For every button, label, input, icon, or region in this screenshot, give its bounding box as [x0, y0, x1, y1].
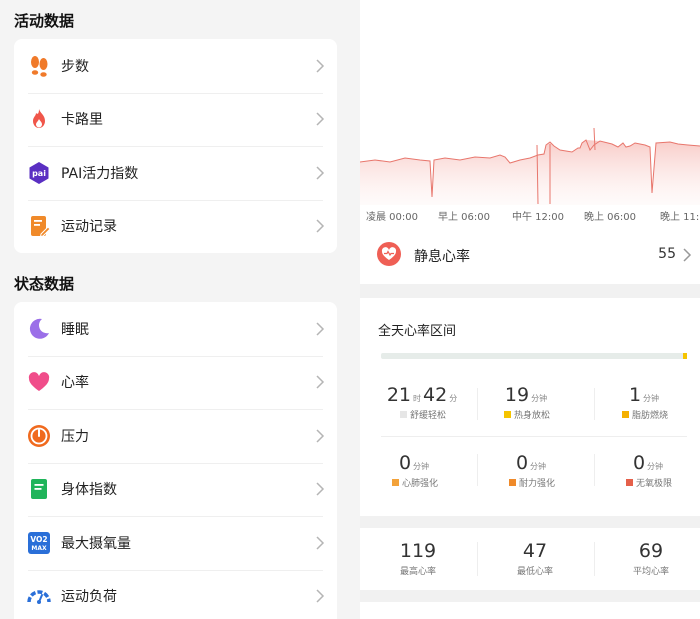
- workout-record-label: 运动记录: [61, 219, 117, 236]
- heart-pulse-icon: [377, 242, 401, 266]
- calories-label: 卡路里: [61, 112, 103, 129]
- body-index-label: 身体指数: [61, 482, 117, 499]
- chevron-right-icon: [316, 112, 325, 126]
- svg-text:VO2: VO2: [30, 535, 47, 544]
- list-item-sleep[interactable]: 睡眠: [14, 302, 337, 356]
- list-item-steps[interactable]: 步数: [14, 39, 337, 93]
- chevron-right-icon: [316, 166, 325, 180]
- chevron-right-icon: [316, 322, 325, 336]
- vo2max-label: 最大摄氧量: [61, 535, 131, 552]
- zones-progress-bar: [381, 353, 687, 359]
- list-item-stress[interactable]: 压力: [14, 409, 337, 463]
- flame-icon: [26, 106, 52, 132]
- list-item-pai[interactable]: pai PAI活力指数: [14, 146, 337, 200]
- chevron-right-icon: [316, 59, 325, 73]
- chart-axis-label: 晚上 11:5: [660, 212, 700, 223]
- divider: [594, 542, 595, 576]
- stat-max: 119 最高心率: [399, 540, 437, 577]
- pai-icon-text: pai: [32, 169, 46, 178]
- zone-cell: 19 分钟 热身放松: [503, 384, 550, 421]
- body-index-icon: [26, 476, 52, 502]
- divider: [594, 454, 595, 486]
- chevron-right-icon: [316, 482, 325, 496]
- workout-record-icon: [26, 213, 52, 239]
- divider: [477, 388, 478, 420]
- activity-card: 步数 卡路里 pai PAI活力指数 运动记录: [14, 39, 337, 253]
- chart-axis-label: 中午 12:00: [512, 212, 564, 223]
- chevron-right-icon: [316, 219, 325, 233]
- heart-rate-label: 心率: [61, 375, 89, 392]
- zone-cell: 0 分钟 耐力强化: [477, 452, 587, 489]
- stat-min: 47 最低心率: [516, 540, 553, 577]
- svg-text:MAX: MAX: [31, 545, 47, 552]
- resting-hr-label: 静息心率: [414, 249, 470, 265]
- zones-title: 全天心率区间: [378, 324, 457, 339]
- status-section-title: 状态数据: [14, 275, 75, 293]
- training-load-label: 运动负荷: [61, 589, 117, 606]
- list-item-calories[interactable]: 卡路里: [14, 92, 337, 147]
- stress-gauge-icon: [26, 423, 52, 449]
- legend-swatch: [625, 479, 633, 486]
- moon-icon: [26, 316, 52, 342]
- chart-axis-label: 凌晨 00:00: [366, 212, 418, 223]
- heart-rate-zones-card: 全天心率区间 21 时 42 分 舒缓轻松 19 分钟 热身放松 1 分钟 脂肪燃烧 0分…: [360, 298, 700, 516]
- chevron-right-icon: [316, 429, 325, 443]
- stress-label: 压力: [61, 428, 89, 445]
- next-card: [360, 602, 700, 619]
- sleep-label: 睡眠: [61, 321, 89, 338]
- vo2max-icon: VO2 MAX: [26, 530, 52, 556]
- list-item-training-load[interactable]: 运动负荷: [14, 569, 337, 619]
- training-load-icon: [26, 583, 52, 609]
- right-panel: 凌晨 00:00 早上 06:00 中午 12:00 晚上 06:00 晚上 1…: [360, 0, 700, 619]
- zone-cell: 21 时 42 分 舒缓轻松: [386, 384, 458, 421]
- legend-swatch: [508, 479, 516, 486]
- divider: [477, 542, 478, 576]
- activity-section-title: 活动数据: [14, 12, 75, 30]
- chevron-right-icon: [316, 375, 325, 389]
- heart-icon: [26, 369, 52, 395]
- list-item-heart-rate[interactable]: 心率: [14, 355, 337, 410]
- heart-rate-stats-card: 119 最高心率 47 最低心率 69 平均心率: [360, 528, 700, 590]
- chevron-right-icon: [683, 248, 692, 262]
- left-panel: 活动数据 步数 卡路里 pai PAI活力指数 运动记录 状态数据 睡眠 心率 …: [0, 0, 350, 619]
- divider: [477, 454, 478, 486]
- chevron-right-icon: [316, 536, 325, 550]
- steps-label: 步数: [61, 58, 89, 75]
- pai-icon: pai: [26, 160, 52, 186]
- legend-swatch: [503, 411, 511, 418]
- footprints-icon: [26, 53, 52, 79]
- divider: [381, 436, 687, 437]
- list-item-body-index[interactable]: 身体指数: [14, 462, 337, 517]
- chart-axis-label: 早上 06:00: [438, 212, 490, 223]
- resting-hr-value: 55: [658, 246, 676, 262]
- pai-label: PAI活力指数: [61, 165, 139, 182]
- zone-cell: 1 分钟 脂肪燃烧: [590, 384, 700, 421]
- zones-progress-fill: [683, 353, 687, 359]
- list-item-workout-record[interactable]: 运动记录: [14, 199, 337, 254]
- zone-cell: 0 分钟 心肺强化: [360, 452, 470, 489]
- chart-axis-label: 晚上 06:00: [584, 212, 636, 223]
- legend-swatch: [621, 411, 629, 418]
- stat-avg: 69 平均心率: [632, 540, 669, 577]
- status-card: 睡眠 心率 压力 身体指数 VO2 MAX 最大摄氧量 运动负荷: [14, 302, 337, 619]
- heart-rate-chart-card[interactable]: 凌晨 00:00 早上 06:00 中午 12:00 晚上 06:00 晚上 1…: [360, 0, 700, 226]
- chevron-right-icon: [316, 589, 325, 603]
- legend-swatch: [391, 479, 399, 486]
- resting-heart-rate-row[interactable]: 静息心率 55: [360, 226, 700, 284]
- heart-rate-chart: [360, 127, 700, 205]
- divider: [594, 388, 595, 420]
- list-item-vo2max[interactable]: VO2 MAX 最大摄氧量: [14, 516, 337, 570]
- legend-swatch: [399, 411, 407, 418]
- zone-cell: 0 分钟 无氧极限: [594, 452, 700, 489]
